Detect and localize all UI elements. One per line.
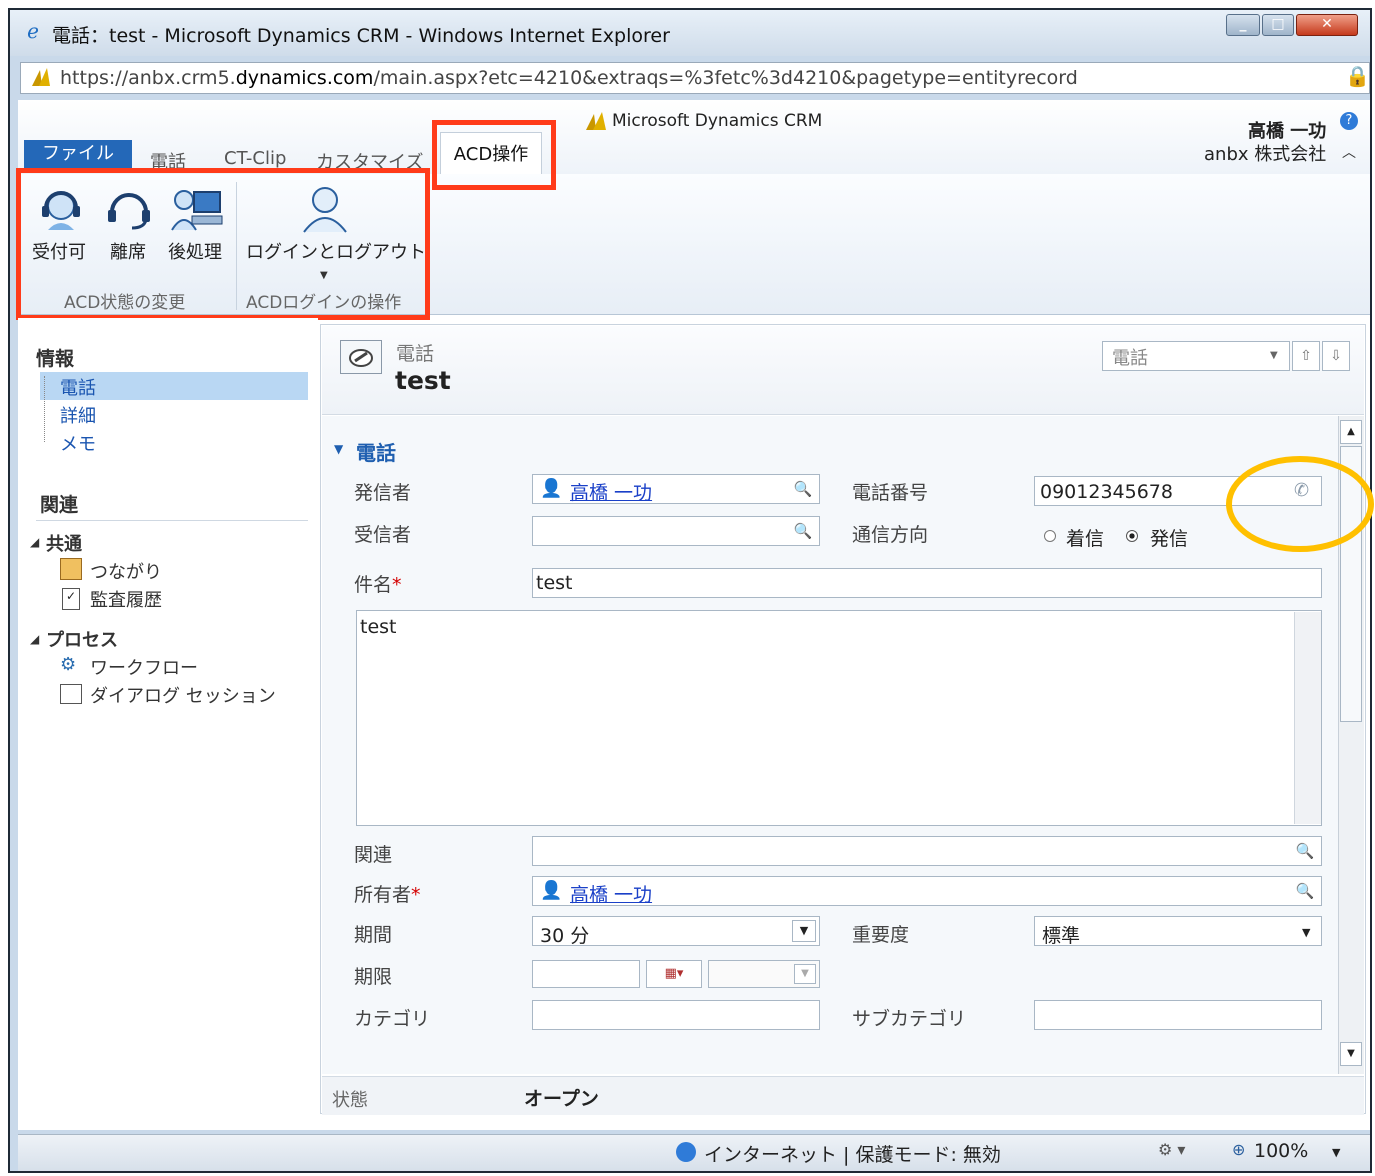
description-value: test [360,616,397,638]
dynamics-favicon-icon [30,66,52,88]
collapse-process-icon[interactable]: ◢ [30,632,39,646]
nav-process-title[interactable]: プロセス [46,626,118,652]
priority-value: 標準 [1042,925,1081,947]
close-button[interactable]: ✕ [1296,14,1358,36]
user-icon: 👤 [540,478,563,499]
nav-item-phone[interactable]: 電話 [60,374,96,400]
form-selector-arrow-icon[interactable]: ▼ [1270,350,1278,361]
category-field[interactable] [532,1000,820,1030]
dialog-session-icon [60,684,82,704]
direction-label: 通信方向 [852,524,929,546]
direction-incoming-radio[interactable] [1044,530,1056,542]
category-label: カテゴリ [354,1008,431,1030]
tab-file[interactable]: ファイル [24,140,132,168]
window-title: 電話：test - Microsoft Dynamics CRM - Windo… [52,25,670,47]
subject-field[interactable] [532,568,1322,598]
owner-user-icon: 👤 [540,880,563,901]
scroll-up-icon[interactable]: ▲ [1340,420,1362,444]
maximize-button[interactable]: □ [1262,14,1294,36]
nav-info-title: 情報 [36,348,75,370]
regarding-label: 関連 [354,844,393,866]
nav-common-title[interactable]: 共通 [46,530,82,556]
form-selector-value: 電話 [1112,348,1148,369]
highlight-acd-tab [432,120,556,190]
zoom-dropdown-icon[interactable]: ▼ [1332,1146,1340,1159]
audit-history-icon: ✓ [62,588,80,610]
priority-dropdown-icon[interactable]: ▼ [1302,926,1310,939]
direction-incoming-label: 着信 [1066,528,1105,550]
nav-tree-line [44,376,46,442]
to-lookup-icon[interactable]: 🔍 [790,519,816,543]
phone-call-icon [340,340,382,374]
status-value: オープン [524,1088,599,1110]
due-date-field[interactable] [532,960,640,988]
nav-item-audit-history[interactable]: 監査履歴 [90,586,162,612]
to-field[interactable] [532,516,820,546]
highlight-dial-button [1226,456,1374,552]
collapse-common-icon[interactable]: ◢ [30,535,39,549]
help-icon[interactable]: ? [1340,112,1358,130]
phone-number-label: 電話番号 [852,482,929,504]
duration-value: 30 分 [540,925,590,947]
nav-item-details[interactable]: 詳細 [60,402,96,428]
security-zone-text[interactable]: インターネット | 保護モード: 無効 [704,1140,1001,1167]
from-value-link[interactable]: 高橋 一功 [570,478,652,505]
globe-icon [676,1142,696,1162]
duration-dropdown-icon[interactable]: ▼ [792,920,816,942]
dynamics-logo-icon [584,110,608,132]
record-status-bar [322,1076,1364,1115]
calendar-icon[interactable]: ▦▾ [646,960,702,988]
subcategory-label: サブカテゴリ [852,1008,967,1030]
nav-item-dialog-session[interactable]: ダイアログ セッション [90,682,276,708]
from-label: 発信者 [354,482,412,504]
zoom-level[interactable]: 100% [1254,1140,1308,1162]
subcategory-field[interactable] [1034,1000,1322,1030]
description-scrollbar[interactable] [1294,612,1321,824]
collapse-chevron-icon[interactable]: ︿ [1342,142,1356,162]
org-name: anbx 株式会社 [1204,144,1327,165]
regarding-field[interactable] [532,836,1322,866]
brand-name: Microsoft Dynamics CRM [612,111,823,131]
scroll-down-icon[interactable]: ▼ [1340,1042,1362,1066]
owner-lookup-icon[interactable]: 🔍 [1292,879,1318,903]
regarding-lookup-icon[interactable]: 🔍 [1292,839,1318,863]
entity-type-label: 電話 [396,343,435,365]
phone-number-value: 09012345678 [1040,481,1173,503]
subject-label: 件名* [354,574,402,596]
url-text: https://anbx.crm5.dynamics.com/main.aspx… [60,67,1078,89]
duration-label: 期間 [354,924,393,946]
owner-value-link[interactable]: 高橋 一功 [570,880,652,907]
protected-mode-icon[interactable]: ⚙ ▾ [1158,1140,1185,1159]
due-label: 期限 [354,966,393,988]
section-expand-icon[interactable]: ▼ [334,442,343,456]
workflow-icon: ⚙ [60,654,77,675]
record-title: test [395,366,451,395]
nav-related-title: 関連 [40,494,79,516]
subject-value: test [536,572,573,594]
minimize-button[interactable]: _ [1226,14,1260,36]
description-textarea[interactable] [356,610,1322,826]
direction-outgoing-radio[interactable] [1126,530,1138,542]
section-title[interactable]: 電話 [356,437,396,466]
due-time-dropdown-icon[interactable]: ▼ [794,964,816,984]
connections-icon [60,558,82,580]
nav-item-workflow[interactable]: ワークフロー [90,654,198,680]
highlight-acd-ribbon [16,168,430,320]
lock-icon[interactable]: 🔒 [1345,64,1370,90]
from-lookup-icon[interactable]: 🔍 [790,477,816,501]
priority-label: 重要度 [852,924,910,946]
direction-outgoing-label: 発信 [1150,528,1189,550]
internet-explorer-icon: ℯ [27,19,39,43]
status-label: 状態 [332,1090,368,1111]
tab-ctclip[interactable]: CT-Clip [224,148,286,169]
zoom-icon: ⊕ [1232,1140,1246,1159]
previous-record-icon[interactable]: ⇧ [1292,341,1320,371]
nav-divider [36,520,308,521]
nav-item-notes[interactable]: メモ [60,430,96,456]
to-label: 受信者 [354,524,412,546]
nav-item-connections[interactable]: つながり [90,558,162,584]
next-record-icon[interactable]: ⇩ [1322,341,1350,371]
owner-label: 所有者* [354,884,421,906]
